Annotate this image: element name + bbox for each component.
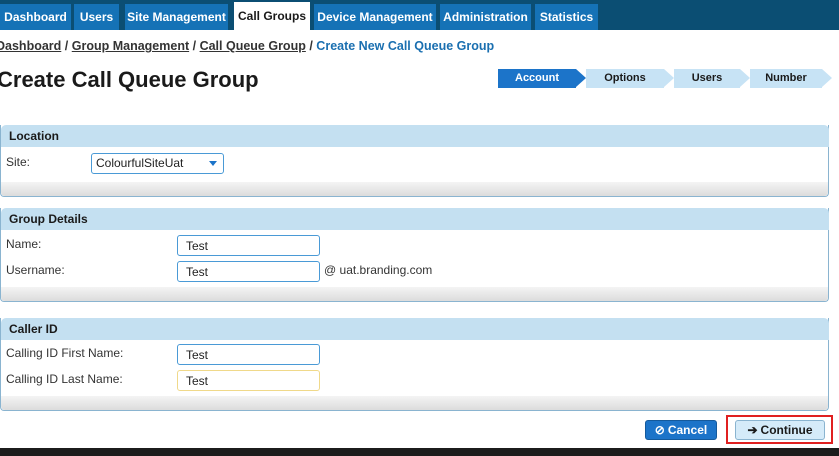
wizard-step-account: Account bbox=[498, 69, 576, 88]
breadcrumb-call-queue-group[interactable]: Call Queue Group bbox=[200, 39, 306, 53]
page-title: Create Call Queue Group bbox=[0, 67, 259, 92]
continue-button-label: Continue bbox=[760, 423, 813, 437]
wizard-steps: Account Options Users Number bbox=[498, 69, 832, 88]
breadcrumb-current: Create New Call Queue Group bbox=[316, 39, 495, 53]
cancel-button[interactable]: ⊘ Cancel bbox=[645, 420, 717, 440]
tab-device-management[interactable]: Device Management bbox=[314, 4, 436, 30]
caller-id-panel-footer bbox=[1, 396, 828, 410]
location-panel-header: Location bbox=[1, 125, 829, 147]
breadcrumb-separator: / bbox=[192, 39, 197, 53]
chevron-down-icon bbox=[209, 161, 217, 166]
cancel-button-label: Cancel bbox=[667, 423, 708, 437]
wizard-step-users: Users bbox=[674, 69, 740, 88]
last-name-label: Calling ID Last Name: bbox=[6, 372, 123, 386]
first-name-input[interactable] bbox=[177, 344, 320, 365]
username-input[interactable] bbox=[177, 261, 320, 282]
tab-statistics[interactable]: Statistics bbox=[535, 4, 598, 30]
wizard-step-arrow-icon bbox=[822, 69, 832, 87]
tab-call-groups[interactable]: Call Groups bbox=[234, 2, 310, 30]
caller-id-panel: Caller ID Calling ID First Name: Calling… bbox=[0, 318, 829, 411]
tab-users[interactable]: Users bbox=[74, 4, 119, 30]
breadcrumb-separator: / bbox=[309, 39, 313, 53]
caller-id-panel-header: Caller ID bbox=[1, 318, 829, 340]
wizard-step-number: Number bbox=[750, 69, 822, 88]
last-name-input[interactable] bbox=[177, 370, 320, 391]
continue-button[interactable]: ➔ Continue bbox=[735, 420, 825, 440]
wizard-step-options: Options bbox=[586, 69, 664, 88]
location-panel-footer bbox=[1, 182, 828, 196]
arrow-right-icon: ➔ bbox=[747, 423, 758, 437]
tab-dashboard[interactable]: Dashboard bbox=[0, 4, 71, 30]
breadcrumb-separator: / bbox=[64, 39, 69, 53]
tab-site-management[interactable]: Site Management bbox=[125, 4, 228, 30]
breadcrumb: Dashboard / Group Management / Call Queu… bbox=[0, 39, 494, 53]
username-label: Username: bbox=[6, 263, 65, 277]
site-label: Site: bbox=[6, 155, 31, 169]
group-details-panel-header: Group Details bbox=[1, 208, 829, 230]
breadcrumb-group-management[interactable]: Group Management bbox=[72, 39, 189, 53]
site-select[interactable]: ColourfulSiteUat bbox=[91, 153, 224, 174]
location-panel-body: Site: ColourfulSiteUat bbox=[1, 147, 828, 183]
site-select-value: ColourfulSiteUat bbox=[96, 156, 184, 170]
top-navigation: Dashboard Users Site Management Call Gro… bbox=[0, 0, 839, 30]
first-name-label: Calling ID First Name: bbox=[6, 346, 124, 360]
wizard-step-arrow-icon bbox=[576, 69, 586, 87]
breadcrumb-dashboard[interactable]: Dashboard bbox=[0, 39, 61, 53]
ban-icon: ⊘ bbox=[654, 423, 665, 437]
group-details-panel-footer bbox=[1, 287, 828, 301]
wizard-step-arrow-icon bbox=[664, 69, 674, 87]
name-label: Name: bbox=[6, 237, 42, 251]
location-panel: Location Site: ColourfulSiteUat bbox=[0, 125, 829, 197]
name-input[interactable] bbox=[177, 235, 320, 256]
tab-administration[interactable]: Administration bbox=[440, 4, 531, 30]
wizard-step-arrow-icon bbox=[740, 69, 750, 87]
group-details-panel: Group Details Name: Username: @ uat.bran… bbox=[0, 208, 829, 302]
username-domain-suffix: @ uat.branding.com bbox=[324, 263, 433, 277]
bottom-bar bbox=[0, 448, 839, 456]
